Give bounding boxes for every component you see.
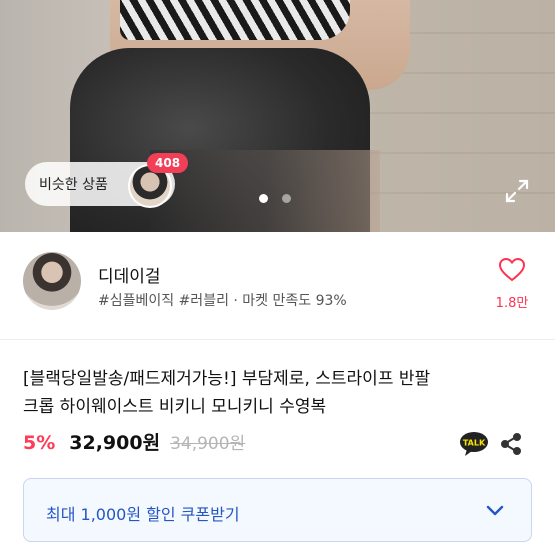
- chevron-down-icon: [486, 505, 504, 516]
- product-title-line2: 크롭 하이웨이스트 비키니 모니키니 수영복: [23, 397, 327, 417]
- like-count: 1.8만: [495, 296, 529, 311]
- similar-count-badge: 408: [147, 153, 189, 173]
- seller-section[interactable]: 디데이걸 #심플베이직 #러블리 · 마켓 만족도 93% 1.8만: [0, 232, 555, 340]
- image-pagination: [259, 194, 291, 203]
- pagination-dot[interactable]: [282, 194, 291, 203]
- pagination-dot-active[interactable]: [259, 194, 268, 203]
- original-price: 34,900원: [170, 434, 246, 454]
- expand-icon[interactable]: [504, 178, 530, 204]
- price-row: 5% 32,900원 34,900원: [23, 428, 245, 458]
- seller-name[interactable]: 디데이걸: [98, 262, 161, 287]
- svg-text:TALK: TALK: [463, 439, 486, 448]
- discount-rate: 5%: [23, 432, 56, 454]
- product-title-line1: [블랙당일발송/패드제거가능!] 부담제로, 스트라이프 반팔: [23, 369, 431, 389]
- heart-icon: [498, 257, 526, 282]
- sale-price: 32,900원: [69, 432, 161, 454]
- kakao-talk-icon[interactable]: TALK: [459, 431, 489, 457]
- seller-avatar[interactable]: [23, 252, 81, 310]
- like-button[interactable]: 1.8만: [490, 257, 534, 311]
- similar-products-label: 비슷한 상품: [39, 177, 108, 193]
- coupon-button[interactable]: 최대 1,000원 할인 쿠폰받기: [23, 478, 532, 542]
- share-icon[interactable]: [499, 432, 523, 456]
- seller-tags: #심플베이직 #러블리 · 마켓 만족도 93%: [98, 293, 347, 309]
- image-striped-top: [120, 0, 350, 40]
- coupon-label: 최대 1,000원 할인 쿠폰받기: [46, 505, 240, 524]
- product-title: [블랙당일발송/패드제거가능!] 부담제로, 스트라이프 반팔 크롭 하이웨이스…: [23, 365, 538, 421]
